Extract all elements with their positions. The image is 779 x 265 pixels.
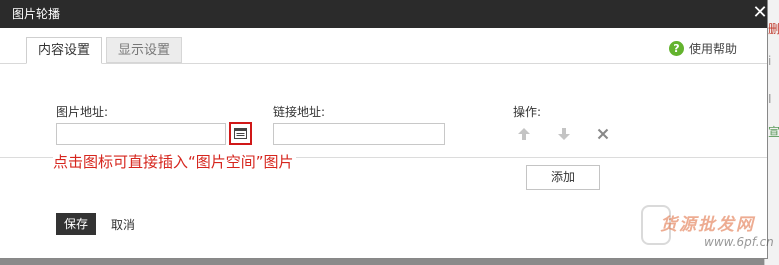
image-address-input[interactable] <box>56 123 226 145</box>
operations-label: 操作: <box>513 105 542 119</box>
delete-icon[interactable] <box>596 127 610 141</box>
watermark-text: 货源批发网 <box>660 215 755 235</box>
dialog-titlebar: 图片轮播 ✕ <box>0 0 770 28</box>
link-address-input[interactable] <box>273 123 445 145</box>
image-address-label: 图片地址: <box>56 105 109 119</box>
background-glyph: 删 <box>768 22 779 36</box>
background-glyph: 宣 <box>768 125 779 139</box>
dialog-title: 图片轮播 <box>12 7 61 21</box>
image-picker-button[interactable] <box>229 122 252 145</box>
watermark-url: www.6pf.cn <box>704 235 774 249</box>
link-address-label: 链接地址: <box>273 105 326 119</box>
tab-content-settings[interactable]: 内容设置 <box>26 37 102 64</box>
add-button[interactable]: 添加 <box>526 165 600 190</box>
background-glyph: i <box>768 54 772 68</box>
picker-hint-text: 点击图标可直接插入“图片空间”图片 <box>53 153 296 171</box>
arrow-down-icon[interactable] <box>557 127 571 141</box>
background-glyph: I <box>768 92 772 106</box>
help-icon: ? <box>669 40 684 56</box>
help-label: 使用帮助 <box>689 41 738 56</box>
cancel-button[interactable]: 取消 <box>111 216 135 233</box>
close-icon[interactable]: ✕ <box>750 3 770 23</box>
arrow-up-icon[interactable] <box>517 127 531 141</box>
tab-display-settings[interactable]: 显示设置 <box>106 37 182 63</box>
help-link[interactable]: ? 使用帮助 <box>669 39 737 57</box>
image-picker-icon <box>234 128 247 139</box>
save-button[interactable]: 保存 <box>56 213 96 235</box>
tabs-divider <box>0 63 767 64</box>
